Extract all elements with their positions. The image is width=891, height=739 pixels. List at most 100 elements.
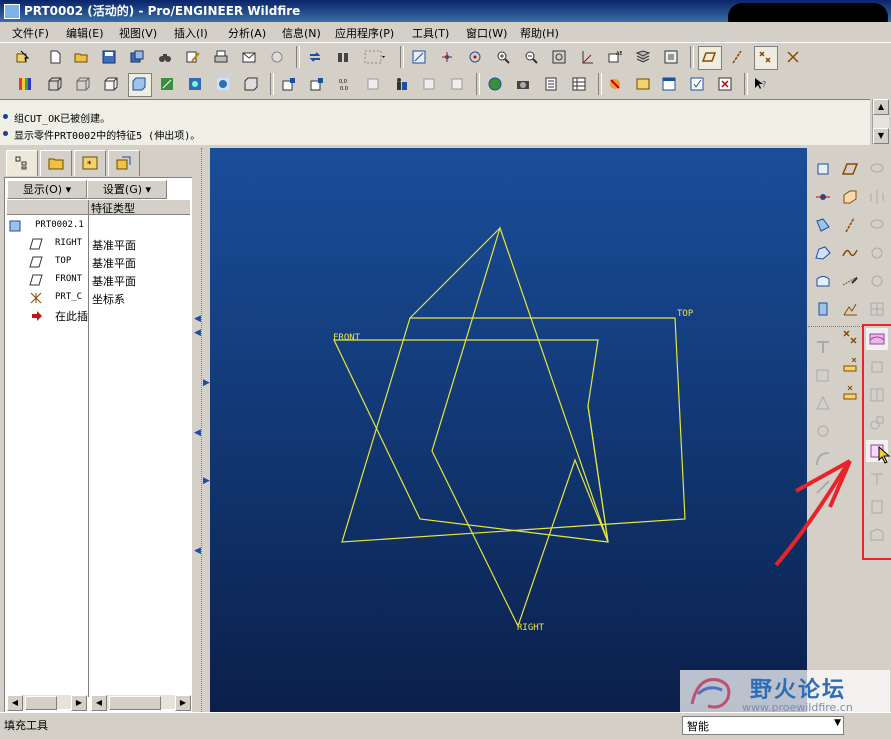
window-tool-2-button[interactable]	[306, 73, 330, 97]
shading-button[interactable]	[128, 73, 152, 97]
select-tool-button[interactable]	[12, 46, 36, 70]
tree-row[interactable]: PRT_C 坐标系	[5, 289, 190, 307]
datum-solid-button[interactable]	[839, 186, 861, 208]
navigator-splitter[interactable]: ◀ ◀ ▶ ◀ ▶ ◀	[192, 148, 210, 712]
zoom-in-button[interactable]	[492, 46, 516, 70]
menu-insert[interactable]: 插入(I)	[174, 25, 208, 41]
datum-axes-toggle[interactable]	[726, 46, 750, 70]
no-hidden-button[interactable]	[100, 73, 124, 97]
tab-favorites[interactable]: *	[74, 150, 106, 176]
scroll-right-button[interactable]: ▶	[71, 695, 87, 711]
collapse-arrow-icon[interactable]: ◀	[194, 314, 201, 324]
table-button[interactable]	[568, 73, 592, 97]
edit-button[interactable]	[182, 46, 206, 70]
menu-window[interactable]: 窗口(W)	[466, 25, 507, 41]
tab-folder-browser[interactable]	[40, 150, 72, 176]
datum-plane-front[interactable]	[333, 339, 609, 543]
zoom-out-button[interactable]	[520, 46, 544, 70]
sketch-tool-button[interactable]	[812, 242, 834, 264]
splitter-grip[interactable]	[201, 148, 203, 712]
reorient-button[interactable]	[576, 46, 600, 70]
datum-planes-toggle[interactable]	[698, 46, 722, 70]
tree-row[interactable]: FRONT 基准平面	[5, 271, 190, 289]
print-button[interactable]	[210, 46, 234, 70]
tree-hscroll-left[interactable]: ◀ ▶	[7, 695, 87, 711]
globe-tool-button[interactable]	[184, 73, 208, 97]
expand-arrow-icon[interactable]: ▶	[203, 476, 210, 486]
send-mail-button[interactable]	[238, 46, 262, 70]
refit-button[interactable]	[548, 46, 572, 70]
save-button[interactable]	[98, 46, 122, 70]
sketched-curve-button[interactable]	[839, 270, 861, 292]
axis-tool-button[interactable]	[812, 186, 834, 208]
new-button[interactable]	[44, 46, 68, 70]
scroll-thumb[interactable]	[25, 696, 57, 710]
close-window-button[interactable]	[714, 73, 738, 97]
datum-curve-button[interactable]	[839, 242, 861, 264]
binoculars-button[interactable]	[154, 46, 178, 70]
tab-model-tree[interactable]	[6, 150, 38, 176]
layers-button[interactable]	[632, 46, 656, 70]
model-tree-tool-button[interactable]	[156, 73, 180, 97]
tool-c3-1-button[interactable]	[866, 158, 888, 180]
hole-tool-button[interactable]	[812, 336, 834, 358]
hidden-line-button[interactable]	[72, 73, 96, 97]
show-dropdown[interactable]: 显示(O) ▾	[7, 180, 87, 199]
plane-tool-button[interactable]	[812, 158, 834, 180]
datum-point-button[interactable]	[839, 326, 861, 348]
menu-tools[interactable]: 工具(T)	[412, 25, 449, 41]
tool-c3-2-button[interactable]	[866, 186, 888, 208]
tree-row[interactable]: RIGHT 基准平面	[5, 235, 190, 253]
tool-c3-5-button[interactable]	[866, 270, 888, 292]
model-viewport[interactable]: FRONT TOP RIGHT	[210, 148, 807, 712]
field-point-button[interactable]	[839, 382, 861, 404]
sphere-tool-button[interactable]	[212, 73, 236, 97]
window-list-button[interactable]	[658, 73, 682, 97]
tab-connections[interactable]	[108, 150, 140, 176]
rib-tool-button[interactable]	[812, 392, 834, 414]
collapse-arrow-icon[interactable]: ◀	[194, 428, 201, 438]
datum-plane-right[interactable]	[431, 226, 609, 628]
point-tool-button[interactable]	[812, 270, 834, 292]
window-tool-5-button[interactable]	[446, 73, 470, 97]
datum-points-toggle[interactable]	[754, 46, 778, 70]
tool-c3-6-button[interactable]	[866, 298, 888, 320]
settings-dropdown[interactable]: 设置(G) ▾	[87, 180, 167, 199]
orient-mode-button[interactable]	[464, 46, 488, 70]
csys-toggle[interactable]	[782, 46, 806, 70]
offset-point-button[interactable]	[839, 354, 861, 376]
tree-row[interactable]: TOP 基准平面	[5, 253, 190, 271]
activate-window-button[interactable]	[632, 73, 656, 97]
close-window-tool-button[interactable]	[604, 73, 628, 97]
camera-button[interactable]	[512, 73, 536, 97]
user-tool-button[interactable]	[390, 73, 414, 97]
menu-file[interactable]: 文件(F)	[12, 25, 49, 41]
tree-row-insert-here[interactable]: 在此插	[5, 307, 190, 325]
tree-column-header[interactable]: 特征类型	[91, 200, 135, 216]
color-appearance-button[interactable]	[14, 73, 38, 97]
tool-c3-3-button[interactable]	[866, 214, 888, 236]
scroll-right-button[interactable]: ▶	[175, 695, 191, 711]
open-button[interactable]	[70, 46, 94, 70]
menu-applications[interactable]: 应用程序(P)	[335, 25, 394, 41]
curve-tool-button[interactable]	[812, 214, 834, 236]
browser-button[interactable]	[484, 73, 508, 97]
datum-plane-button[interactable]	[839, 158, 861, 180]
analysis-feature-button[interactable]	[839, 298, 861, 320]
save-copy-button[interactable]	[126, 46, 150, 70]
window-tool-1-button[interactable]	[278, 73, 302, 97]
spin-center-button[interactable]	[436, 46, 460, 70]
menu-help[interactable]: 帮助(H)	[520, 25, 559, 41]
send-link-button[interactable]	[266, 46, 290, 70]
collapse-arrow-icon[interactable]: ◀	[194, 328, 201, 338]
coordinate-tool-button[interactable]: 0,0 0.0	[334, 73, 358, 97]
tool-c3-4-button[interactable]	[866, 242, 888, 264]
tree-root[interactable]: PRT0002.1	[5, 217, 190, 235]
regenerate-button[interactable]	[304, 46, 328, 70]
scroll-left-button[interactable]: ◀	[91, 695, 107, 711]
menu-view[interactable]: 视图(V)	[119, 25, 157, 41]
collapse-arrow-icon[interactable]: ◀	[194, 546, 201, 556]
expand-arrow-icon[interactable]: ▶	[203, 378, 210, 388]
menu-info[interactable]: 信息(N)	[282, 25, 321, 41]
repaint-button[interactable]	[408, 46, 432, 70]
